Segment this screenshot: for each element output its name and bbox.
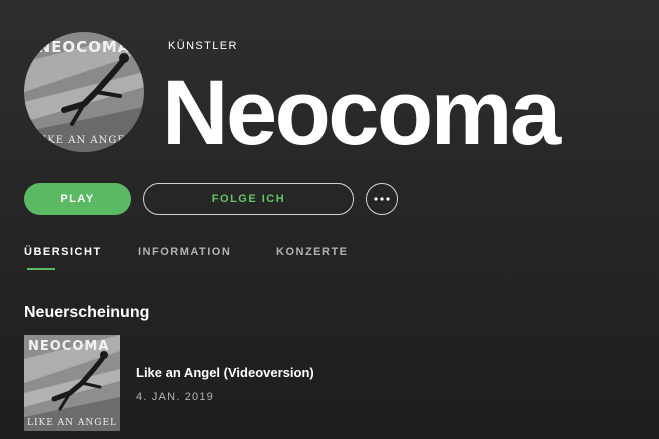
artist-image-subtext: LIKE AN ANGEL xyxy=(34,135,134,146)
release-title[interactable]: Like an Angel (Videoversion) xyxy=(136,365,314,380)
active-tab-indicator xyxy=(27,268,55,270)
tab-information[interactable]: INFORMATION xyxy=(138,246,231,258)
section-title: Neuerscheinung xyxy=(24,304,150,321)
more-options-button[interactable] xyxy=(366,183,398,215)
release-cover[interactable]: NEOCOMA LIKE AN ANGEL xyxy=(24,335,120,431)
release-item[interactable]: NEOCOMA LIKE AN ANGEL Like an Angel (Vid… xyxy=(24,335,424,431)
release-date: 4. JAN. 2019 xyxy=(136,391,214,403)
artist-name: Neocoma xyxy=(162,62,561,164)
release-cover-subtext: LIKE AN ANGEL xyxy=(26,418,118,428)
tab-overview[interactable]: ÜBERSICHT xyxy=(24,246,102,258)
tab-concerts[interactable]: KONZERTE xyxy=(276,246,349,258)
play-button[interactable]: PLAY xyxy=(24,183,131,215)
artist-kind-label: KÜNSTLER xyxy=(168,40,238,52)
follow-button[interactable]: FOLGE ICH xyxy=(143,183,354,215)
artist-image-brand: NEOCOMA xyxy=(37,38,131,56)
ellipsis-icon xyxy=(374,197,390,201)
artist-avatar: NEOCOMA LIKE AN ANGEL xyxy=(24,32,144,152)
release-cover-brand: NEOCOMA xyxy=(28,339,110,354)
